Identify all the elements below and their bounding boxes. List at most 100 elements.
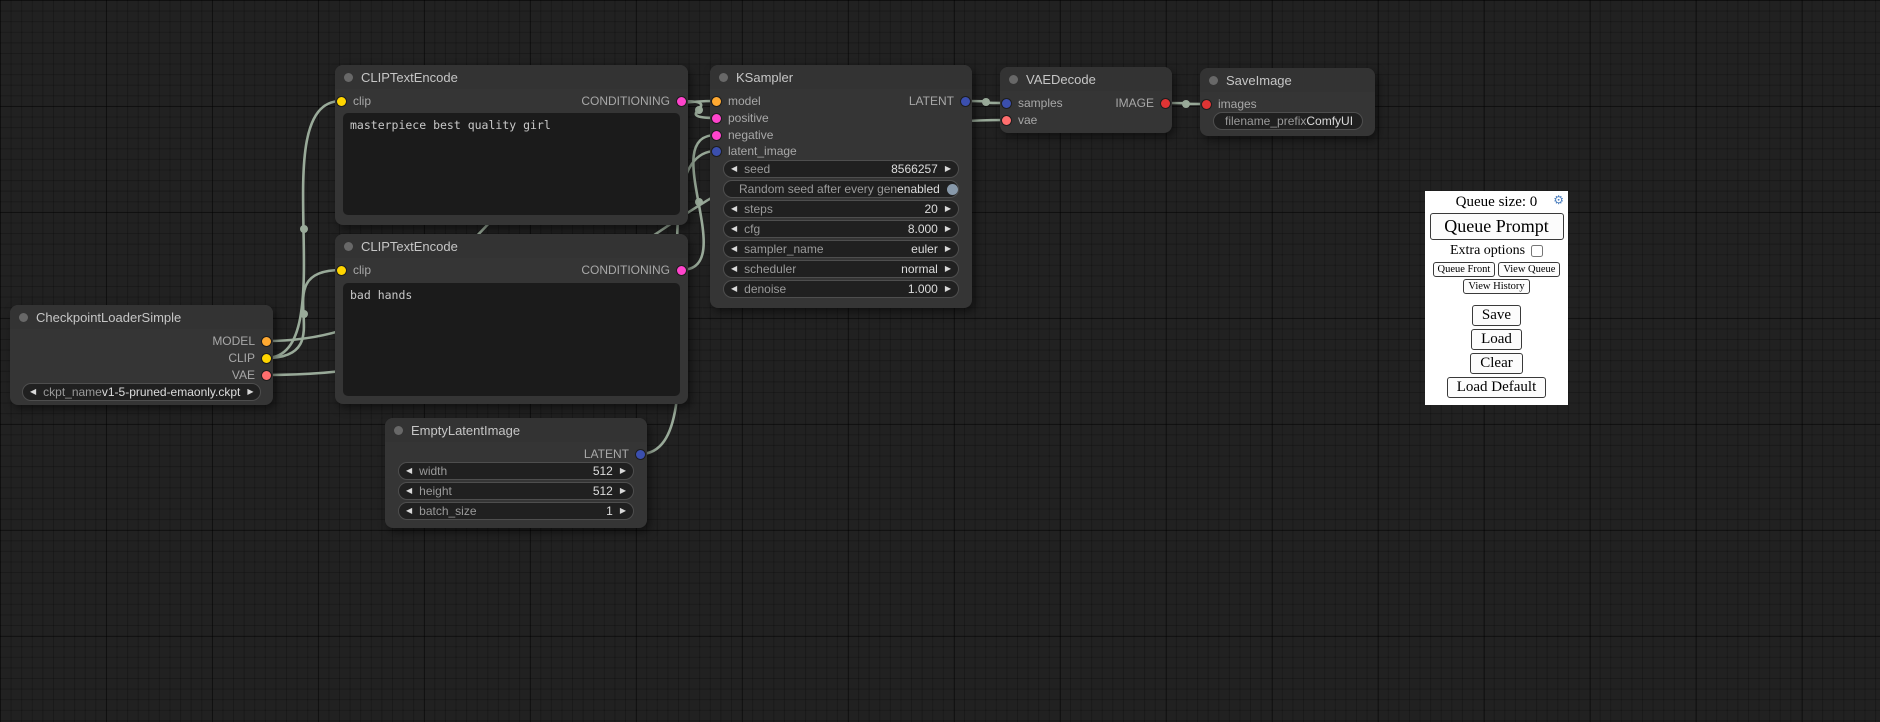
node-checkpoint-loader[interactable]: CheckpointLoaderSimple MODEL CLIP VAE ◀ … <box>10 305 273 405</box>
increment-arrow-icon[interactable]: ▶ <box>945 285 951 293</box>
increment-arrow-icon[interactable]: ▶ <box>247 388 253 396</box>
widget-batch-size[interactable]: ◀ batch_size 1 ▶ <box>398 502 634 520</box>
slot-dot-clip[interactable] <box>262 354 271 363</box>
decrement-arrow-icon[interactable]: ◀ <box>731 285 737 293</box>
slot-dot-model[interactable] <box>712 97 721 106</box>
slot-dot-latent[interactable] <box>961 97 970 106</box>
load-default-button[interactable]: Load Default <box>1447 377 1547 398</box>
increment-arrow-icon[interactable]: ▶ <box>945 265 951 273</box>
input-slot-images[interactable]: images <box>1202 96 1257 112</box>
decrement-arrow-icon[interactable]: ◀ <box>30 388 36 396</box>
collapse-dot-icon[interactable] <box>719 73 728 82</box>
node-vae-decode[interactable]: VAEDecode samples IMAGE vae <box>1000 67 1172 133</box>
increment-arrow-icon[interactable]: ▶ <box>620 487 626 495</box>
slot-dot-clip[interactable] <box>337 97 346 106</box>
slot-dot-vae[interactable] <box>1002 116 1011 125</box>
slot-dot-clip[interactable] <box>337 266 346 275</box>
node-titlebar[interactable]: CLIPTextEncode <box>335 234 688 258</box>
collapse-dot-icon[interactable] <box>1209 76 1218 85</box>
slot-dot-latent[interactable] <box>712 147 721 156</box>
slot-dot-latent[interactable] <box>636 450 645 459</box>
widget-seed[interactable]: ◀ seed 8566257 ▶ <box>723 160 959 178</box>
widget-width[interactable]: ◀ width 512 ▶ <box>398 462 634 480</box>
slot-dot-model[interactable] <box>262 337 271 346</box>
widget-height[interactable]: ◀ height 512 ▶ <box>398 482 634 500</box>
decrement-arrow-icon[interactable]: ◀ <box>731 245 737 253</box>
decrement-arrow-icon[interactable]: ◀ <box>731 225 737 233</box>
output-slot-conditioning[interactable]: CONDITIONING <box>581 262 686 278</box>
widget-cfg[interactable]: ◀ cfg 8.000 ▶ <box>723 220 959 238</box>
graph-canvas[interactable]: CheckpointLoaderSimple MODEL CLIP VAE ◀ … <box>0 0 1880 722</box>
view-queue-button[interactable]: View Queue <box>1498 262 1560 277</box>
collapse-dot-icon[interactable] <box>344 242 353 251</box>
output-slot-latent[interactable]: LATENT <box>909 93 970 109</box>
node-titlebar[interactable]: KSampler <box>710 65 972 89</box>
settings-gear-icon[interactable]: ⚙ <box>1553 194 1564 206</box>
output-slot-image[interactable]: IMAGE <box>1115 95 1170 111</box>
decrement-arrow-icon[interactable]: ◀ <box>406 487 412 495</box>
input-slot-clip[interactable]: clip <box>337 262 371 278</box>
node-clip-text-encode-positive[interactable]: CLIPTextEncode clip CONDITIONING masterp… <box>335 65 688 225</box>
decrement-arrow-icon[interactable]: ◀ <box>406 467 412 475</box>
input-slot-positive[interactable]: positive <box>712 110 769 126</box>
input-slot-model[interactable]: model <box>712 93 761 109</box>
collapse-dot-icon[interactable] <box>1009 75 1018 84</box>
node-titlebar[interactable]: SaveImage <box>1200 68 1375 92</box>
prompt-textarea[interactable]: masterpiece best quality girl <box>343 113 680 215</box>
output-slot-model[interactable]: MODEL <box>212 333 271 349</box>
node-empty-latent-image[interactable]: EmptyLatentImage LATENT ◀ width 512 ▶ ◀ … <box>385 418 647 528</box>
save-button[interactable]: Save <box>1472 305 1521 326</box>
node-titlebar[interactable]: CLIPTextEncode <box>335 65 688 89</box>
node-clip-text-encode-negative[interactable]: CLIPTextEncode clip CONDITIONING bad han… <box>335 234 688 404</box>
output-slot-vae[interactable]: VAE <box>232 367 271 383</box>
widget-steps[interactable]: ◀ steps 20 ▶ <box>723 200 959 218</box>
output-slot-clip[interactable]: CLIP <box>228 350 271 366</box>
input-slot-clip[interactable]: clip <box>337 93 371 109</box>
decrement-arrow-icon[interactable]: ◀ <box>406 507 412 515</box>
input-slot-samples[interactable]: samples <box>1002 95 1063 111</box>
widget-filename-prefix[interactable]: filename_prefix ComfyUI <box>1213 112 1363 130</box>
prompt-textarea[interactable]: bad hands <box>343 283 680 396</box>
toggle-knob-icon[interactable] <box>947 184 958 195</box>
collapse-dot-icon[interactable] <box>394 426 403 435</box>
clear-button[interactable]: Clear <box>1470 353 1522 374</box>
node-save-image[interactable]: SaveImage images filename_prefix ComfyUI <box>1200 68 1375 136</box>
input-slot-negative[interactable]: negative <box>712 127 773 143</box>
extra-options-checkbox[interactable] <box>1531 245 1543 257</box>
collapse-dot-icon[interactable] <box>19 313 28 322</box>
input-slot-vae[interactable]: vae <box>1002 112 1037 128</box>
slot-dot-image[interactable] <box>1202 100 1211 109</box>
slot-dot-conditioning[interactable] <box>677 97 686 106</box>
slot-dot-vae[interactable] <box>262 371 271 380</box>
decrement-arrow-icon[interactable]: ◀ <box>731 265 737 273</box>
node-titlebar[interactable]: CheckpointLoaderSimple <box>10 305 273 329</box>
increment-arrow-icon[interactable]: ▶ <box>945 165 951 173</box>
slot-dot-conditioning[interactable] <box>677 266 686 275</box>
increment-arrow-icon[interactable]: ▶ <box>945 245 951 253</box>
input-slot-latent-image[interactable]: latent_image <box>712 143 797 159</box>
decrement-arrow-icon[interactable]: ◀ <box>731 165 737 173</box>
output-slot-latent[interactable]: LATENT <box>584 446 645 462</box>
widget-sampler-name[interactable]: ◀ sampler_name euler ▶ <box>723 240 959 258</box>
slot-dot-conditioning[interactable] <box>712 131 721 140</box>
slot-dot-image[interactable] <box>1161 99 1170 108</box>
output-slot-conditioning[interactable]: CONDITIONING <box>581 93 686 109</box>
widget-random-seed-toggle[interactable]: Random seed after every gen enabled <box>723 180 959 198</box>
increment-arrow-icon[interactable]: ▶ <box>945 205 951 213</box>
slot-dot-conditioning[interactable] <box>712 114 721 123</box>
queue-front-button[interactable]: Queue Front <box>1433 262 1496 277</box>
increment-arrow-icon[interactable]: ▶ <box>620 467 626 475</box>
decrement-arrow-icon[interactable]: ◀ <box>731 205 737 213</box>
node-titlebar[interactable]: VAEDecode <box>1000 67 1172 91</box>
collapse-dot-icon[interactable] <box>344 73 353 82</box>
view-history-button[interactable]: View History <box>1463 279 1529 294</box>
widget-scheduler[interactable]: ◀ scheduler normal ▶ <box>723 260 959 278</box>
slot-dot-latent[interactable] <box>1002 99 1011 108</box>
increment-arrow-icon[interactable]: ▶ <box>620 507 626 515</box>
increment-arrow-icon[interactable]: ▶ <box>945 225 951 233</box>
widget-denoise[interactable]: ◀ denoise 1.000 ▶ <box>723 280 959 298</box>
load-button[interactable]: Load <box>1471 329 1522 350</box>
node-titlebar[interactable]: EmptyLatentImage <box>385 418 647 442</box>
node-ksampler[interactable]: KSampler model LATENT positive negative … <box>710 65 972 308</box>
widget-ckpt-name[interactable]: ◀ ckpt_name v1-5-pruned-emaonly.ckpt ▶ <box>22 383 261 401</box>
